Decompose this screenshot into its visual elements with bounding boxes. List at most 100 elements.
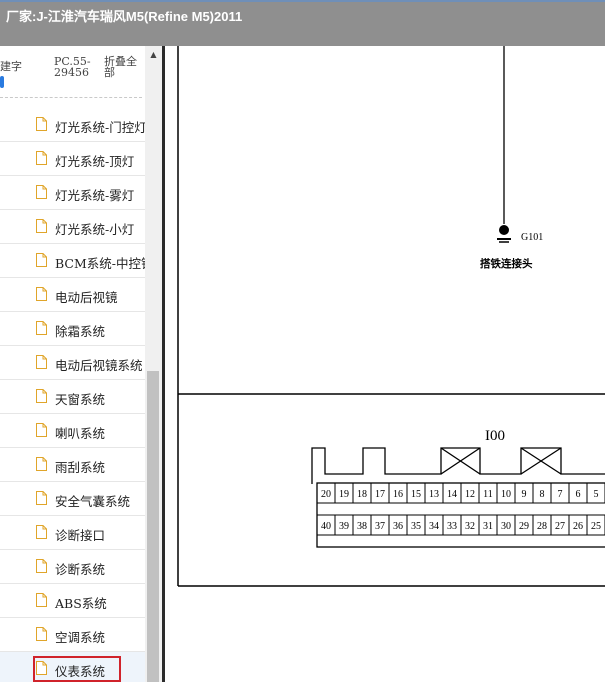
list-item[interactable]: 电动后视镜 (0, 278, 145, 312)
scrollbar-thumb[interactable] (147, 371, 159, 682)
fold-all-button[interactable]: 折叠全部 (104, 56, 142, 78)
list-item-label: BCM系统-中控锁 (55, 256, 154, 271)
connector-pin-number: 31 (483, 521, 493, 532)
connector-pin-number: 7 (558, 489, 563, 500)
list-item-label: 除霜系统 (55, 324, 106, 339)
connector-pin-number: 15 (411, 489, 421, 500)
document-icon (36, 253, 47, 267)
ground-symbol-icon (497, 225, 511, 243)
connector-pin-number: 40 (321, 521, 331, 532)
wiring-diagram-canvas: G101 搭铁连接头 I00 20 19 18 17 16 15 13 14 12 11 10 9 8 7… (177, 46, 605, 587)
list-item[interactable]: 安全气囊系统 (0, 482, 145, 516)
list-item-label: 灯光系统-门控灯 (55, 120, 147, 135)
list-item-label: 灯光系统-雾灯 (55, 188, 135, 203)
list-item-label: 诊断系统 (55, 562, 106, 577)
list-item[interactable]: 天窗系统 (0, 380, 145, 414)
connector-pin-number: 32 (465, 521, 475, 532)
document-icon (36, 117, 47, 131)
list-item-label: 空调系统 (55, 630, 106, 645)
document-icon (36, 559, 47, 573)
wiring-diagram: G101 搭铁连接头 I00 20 19 18 17 16 15 13 14 12 11 10 9 8 7… (165, 46, 605, 682)
connector-pin-number: 10 (501, 489, 511, 500)
tree-toolbar: 建字 PC.55-29456 折叠全部 (0, 46, 145, 98)
connector-pin-number: 26 (573, 521, 583, 532)
connector-pin-number: 20 (321, 489, 331, 500)
ground-name-label: 搭铁连接头 (480, 257, 533, 270)
connector-pin-number: 5 (594, 489, 599, 500)
connector-pin-number: 19 (339, 489, 349, 500)
left-pane: 建字 PC.55-29456 折叠全部 灯光系统-门控灯 灯光系统-顶灯 灯光系统-… (0, 46, 162, 682)
list-item[interactable]: 空调系统 (0, 618, 145, 652)
window-title: 厂家:J-江淮汽车瑞风M5(Refine M5)2011 (6, 9, 243, 24)
list-item[interactable]: 灯光系统-小灯 (0, 210, 145, 244)
connector-pin-number: 8 (540, 489, 545, 500)
document-icon (36, 355, 47, 369)
ground-id-label: G101 (521, 232, 543, 243)
toolbar-divider (0, 97, 142, 98)
pc-number-tab[interactable]: PC.55-29456 (54, 56, 94, 78)
connector-pin-number: 25 (591, 521, 601, 532)
document-icon (36, 219, 47, 233)
connector-pin-number: 33 (447, 521, 457, 532)
title-bar: 厂家:J-江淮汽车瑞风M5(Refine M5)2011 (0, 0, 605, 46)
document-icon (36, 151, 47, 165)
document-icon (36, 627, 47, 641)
connector-id-label: I00 (485, 428, 505, 444)
list-item-label: 安全气囊系统 (55, 494, 131, 509)
connector-pin-number: 37 (375, 521, 385, 532)
connector-pin-number: 30 (501, 521, 511, 532)
connector-pin-number: 18 (357, 489, 367, 500)
document-icon (36, 457, 47, 471)
list-item[interactable]: 除霜系统 (0, 312, 145, 346)
connector-pin-number: 12 (465, 489, 475, 500)
document-icon (36, 389, 47, 403)
vertical-scrollbar[interactable]: ▲ (145, 46, 162, 682)
list-item[interactable]: 仪表系统 (0, 652, 145, 682)
connector-pin-number: 39 (339, 521, 349, 532)
list-item[interactable]: 喇叭系统 (0, 414, 145, 448)
list-item-label: 电动后视镜系统 (55, 358, 143, 373)
document-icon (36, 287, 47, 301)
connector-pin-number: 13 (429, 489, 439, 500)
list-item[interactable]: 诊断接口 (0, 516, 145, 550)
document-icon (36, 491, 47, 505)
connector-pin-number: 36 (393, 521, 403, 532)
document-icon (36, 423, 47, 437)
document-icon (36, 321, 47, 335)
connector-pin-number: 6 (576, 489, 581, 500)
keyword-tab[interactable]: 建字 (0, 61, 22, 72)
connector-pin-number: 9 (522, 489, 527, 500)
connector-pin-number: 17 (375, 489, 385, 500)
list-item-label: 天窗系统 (55, 392, 106, 407)
scroll-up-arrow-icon[interactable]: ▲ (145, 46, 162, 63)
list-item[interactable]: 诊断系统 (0, 550, 145, 584)
keyword-indicator (0, 76, 4, 88)
document-icon (36, 593, 47, 607)
connector-pin-number: 27 (555, 521, 565, 532)
list-item-label: 喇叭系统 (55, 426, 106, 441)
connector-pin-number: 34 (429, 521, 439, 532)
connector-pin-number: 35 (411, 521, 421, 532)
list-item-label: 电动后视镜 (55, 290, 118, 305)
list-item-label: ABS系统 (55, 596, 107, 611)
list-item[interactable]: 电动后视镜系统 (0, 346, 145, 380)
list-item[interactable]: 灯光系统-门控灯 (0, 108, 147, 142)
document-icon (36, 185, 47, 199)
list-item[interactable]: 灯光系统-雾灯 (0, 176, 145, 210)
list-item[interactable]: 雨刮系统 (0, 448, 145, 482)
list-item-label: 诊断接口 (55, 528, 106, 543)
list-item[interactable]: ABS系统 (0, 584, 145, 618)
selection-highlight-box (33, 656, 121, 682)
list-item-label: 灯光系统-小灯 (55, 222, 135, 237)
list-item-label: 灯光系统-顶灯 (55, 154, 135, 169)
connector-pin-number: 14 (447, 489, 457, 500)
list-item[interactable]: 灯光系统-顶灯 (0, 142, 145, 176)
connector-pin-number: 16 (393, 489, 403, 500)
connector-pin-number: 28 (537, 521, 547, 532)
connector-pin-grid: 20 19 18 17 16 15 13 14 12 11 10 9 8 7 6 5 40 39 38 37 36 35 3… (316, 482, 605, 536)
connector-pin-number: 38 (357, 521, 367, 532)
list-item[interactable]: BCM系统-中控锁 (0, 244, 154, 278)
list-item-label: 雨刮系统 (55, 460, 106, 475)
document-icon (36, 525, 47, 539)
connector-pin-number: 11 (483, 489, 493, 500)
